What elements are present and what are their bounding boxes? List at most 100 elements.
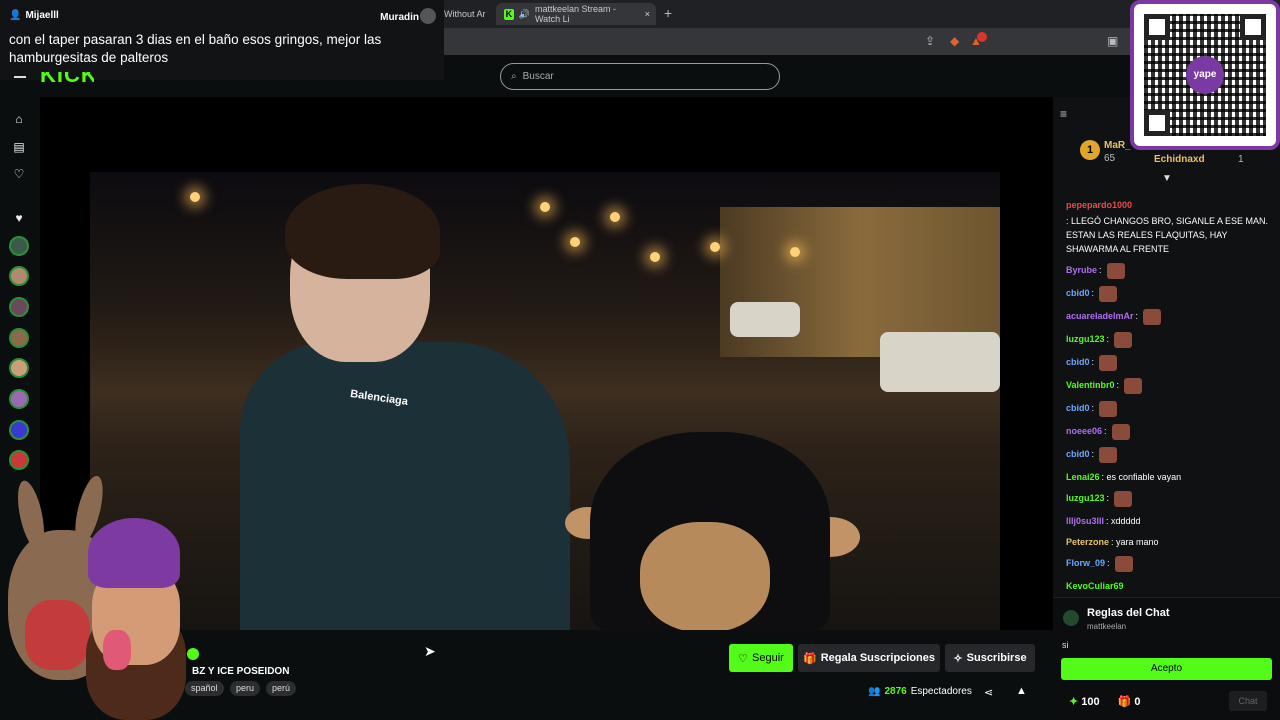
rules-title: Reglas del Chat [1087, 607, 1170, 619]
overlay-message: con el taper pasaran 3 dias en el baño e… [9, 32, 382, 65]
chat-username[interactable]: cbid0 [1066, 355, 1090, 369]
chat-username[interactable]: Florw_09 [1066, 556, 1105, 570]
chat-username[interactable]: Peterzone [1066, 535, 1109, 549]
viewers-number: 2876 [884, 686, 907, 697]
avatar[interactable] [9, 389, 29, 409]
avatar[interactable] [9, 297, 29, 317]
stream-tag[interactable]: peru [230, 681, 261, 696]
viewers-label: Espectadores [910, 686, 972, 697]
gift-display[interactable]: 🎁 0 [1118, 695, 1141, 708]
chat-message: luzgu123: [1066, 332, 1272, 348]
rank-badge: 1 [1080, 140, 1100, 160]
following-heart-icon[interactable]: ♡ [11, 167, 27, 183]
star-icon: ✧ [953, 652, 963, 665]
rules-owner: mattkeelan [1087, 622, 1127, 631]
chat-username[interactable]: luzgu123 [1066, 491, 1105, 505]
chat-username[interactable]: KevoCuliar69 [1066, 579, 1124, 593]
leader-value: 65 [1104, 153, 1116, 164]
chat-username[interactable]: noeee06 [1066, 424, 1102, 438]
points-display[interactable]: ✦ 100 [1069, 695, 1100, 708]
avatar[interactable] [9, 450, 29, 470]
brave-shield-icon[interactable]: ◆ [950, 34, 959, 48]
subscribe-button[interactable]: ✧ Suscribirse [945, 644, 1035, 672]
chat-message: cbid0: [1066, 286, 1272, 302]
street-light [610, 212, 620, 222]
chat-username[interactable]: cbid0 [1066, 447, 1090, 461]
avatar [1063, 610, 1079, 626]
chat-text: : [1116, 380, 1120, 390]
street-light [570, 237, 580, 247]
chat-text: : [1091, 288, 1095, 298]
kick-logo[interactable]: KICK [40, 72, 94, 86]
qr-eye [1240, 14, 1266, 40]
home-icon[interactable]: ⌂ [11, 112, 27, 128]
qr-eye [1144, 14, 1170, 40]
chat-messages: pepepardo1000: LLEGÓ CHANGOS BRO, SIGANL… [1066, 198, 1272, 639]
chat-username[interactable]: Byrube [1066, 263, 1097, 277]
qr-code: yape [1130, 0, 1280, 150]
points-value: 100 [1081, 696, 1100, 708]
close-tab-icon[interactable]: × [645, 9, 650, 19]
chat-username[interactable]: pepepardo1000 [1066, 198, 1132, 212]
follow-label: Seguir [752, 652, 784, 664]
new-tab-button[interactable]: + [664, 5, 672, 21]
avatar[interactable] [9, 328, 29, 348]
gift-icon: 🎁 [802, 652, 817, 665]
yape-logo: yape [1186, 56, 1224, 94]
viewers-icon: 👥 [868, 686, 881, 697]
video-person: Balenciaga [240, 184, 570, 630]
share-page-icon[interactable]: ⇪ [925, 34, 935, 48]
share-icon[interactable]: ⋖ [984, 686, 993, 699]
chat-username[interactable]: Valentinbr0 [1066, 378, 1115, 392]
rules-body: si [1062, 640, 1069, 650]
avatar[interactable] [9, 266, 29, 286]
street-light [710, 242, 720, 252]
menu-icon[interactable] [14, 76, 26, 78]
cartoon-tongue [103, 630, 131, 670]
emote-icon [1143, 309, 1162, 325]
qr-eye [1144, 110, 1170, 136]
chat-text: : [1104, 426, 1107, 436]
video-frame: Balenciaga [90, 172, 1000, 630]
chat-message: cbid0: [1066, 401, 1272, 417]
collapse-chat-icon[interactable]: ≡ [1060, 107, 1067, 121]
overlay-username: Mijaelll [25, 10, 59, 21]
gift-label: Regala Suscripciones [820, 652, 936, 664]
mouse-cursor-icon: ➤ [424, 643, 436, 659]
report-icon[interactable]: ▲ [1016, 685, 1027, 697]
chat-text: : [1106, 493, 1110, 503]
pinned-message-icon[interactable]: ▼ [1162, 173, 1172, 184]
donkey-mouth [25, 600, 90, 670]
stream-tag[interactable]: perú [266, 681, 297, 696]
chat-username[interactable]: acuareladelmAr [1066, 309, 1134, 323]
sidebar-panel-icon[interactable]: ▣ [1107, 34, 1118, 48]
avatar[interactable] [9, 420, 29, 440]
search-input[interactable]: ⌕ Buscar [500, 63, 780, 90]
chat-send-button[interactable]: Chat [1229, 691, 1267, 711]
avatar [420, 8, 436, 24]
browser-tab[interactable]: Without Ar [444, 3, 486, 25]
chat-message: Florw_09: [1066, 556, 1272, 572]
chat-username[interactable]: lllj0su3lll [1066, 514, 1104, 528]
leader-name[interactable]: Echidnaxd [1154, 154, 1205, 165]
chat-username[interactable]: cbid0 [1066, 286, 1090, 300]
chat-text: : [1091, 357, 1095, 367]
cartoon-beanie [88, 518, 180, 588]
avatar[interactable] [9, 236, 29, 256]
chat-text: : [1099, 265, 1102, 275]
video-car [730, 302, 800, 337]
avatar[interactable] [9, 358, 29, 378]
stream-title: BZ Y ICE POSEIDON [192, 666, 290, 677]
chat-username[interactable]: cbid0 [1066, 401, 1090, 415]
chat-username[interactable]: Lenai26 [1066, 470, 1100, 484]
leader-name[interactable]: MaR_ [1104, 140, 1131, 151]
browser-tab-active[interactable]: K 🔊 mattkeelan Stream - Watch Li × [496, 3, 656, 25]
accept-rules-button[interactable]: Acepto [1061, 658, 1272, 680]
chat-message: cbid0: [1066, 447, 1272, 463]
chat-text: : xddddd [1106, 516, 1141, 526]
emote-icon [1111, 424, 1130, 440]
browse-icon[interactable]: ▤ [11, 140, 27, 156]
gift-subs-button[interactable]: 🎁 Regala Suscripciones [798, 644, 940, 672]
chat-username[interactable]: luzgu123 [1066, 332, 1105, 346]
follow-button[interactable]: ♡ Seguir [729, 644, 793, 672]
